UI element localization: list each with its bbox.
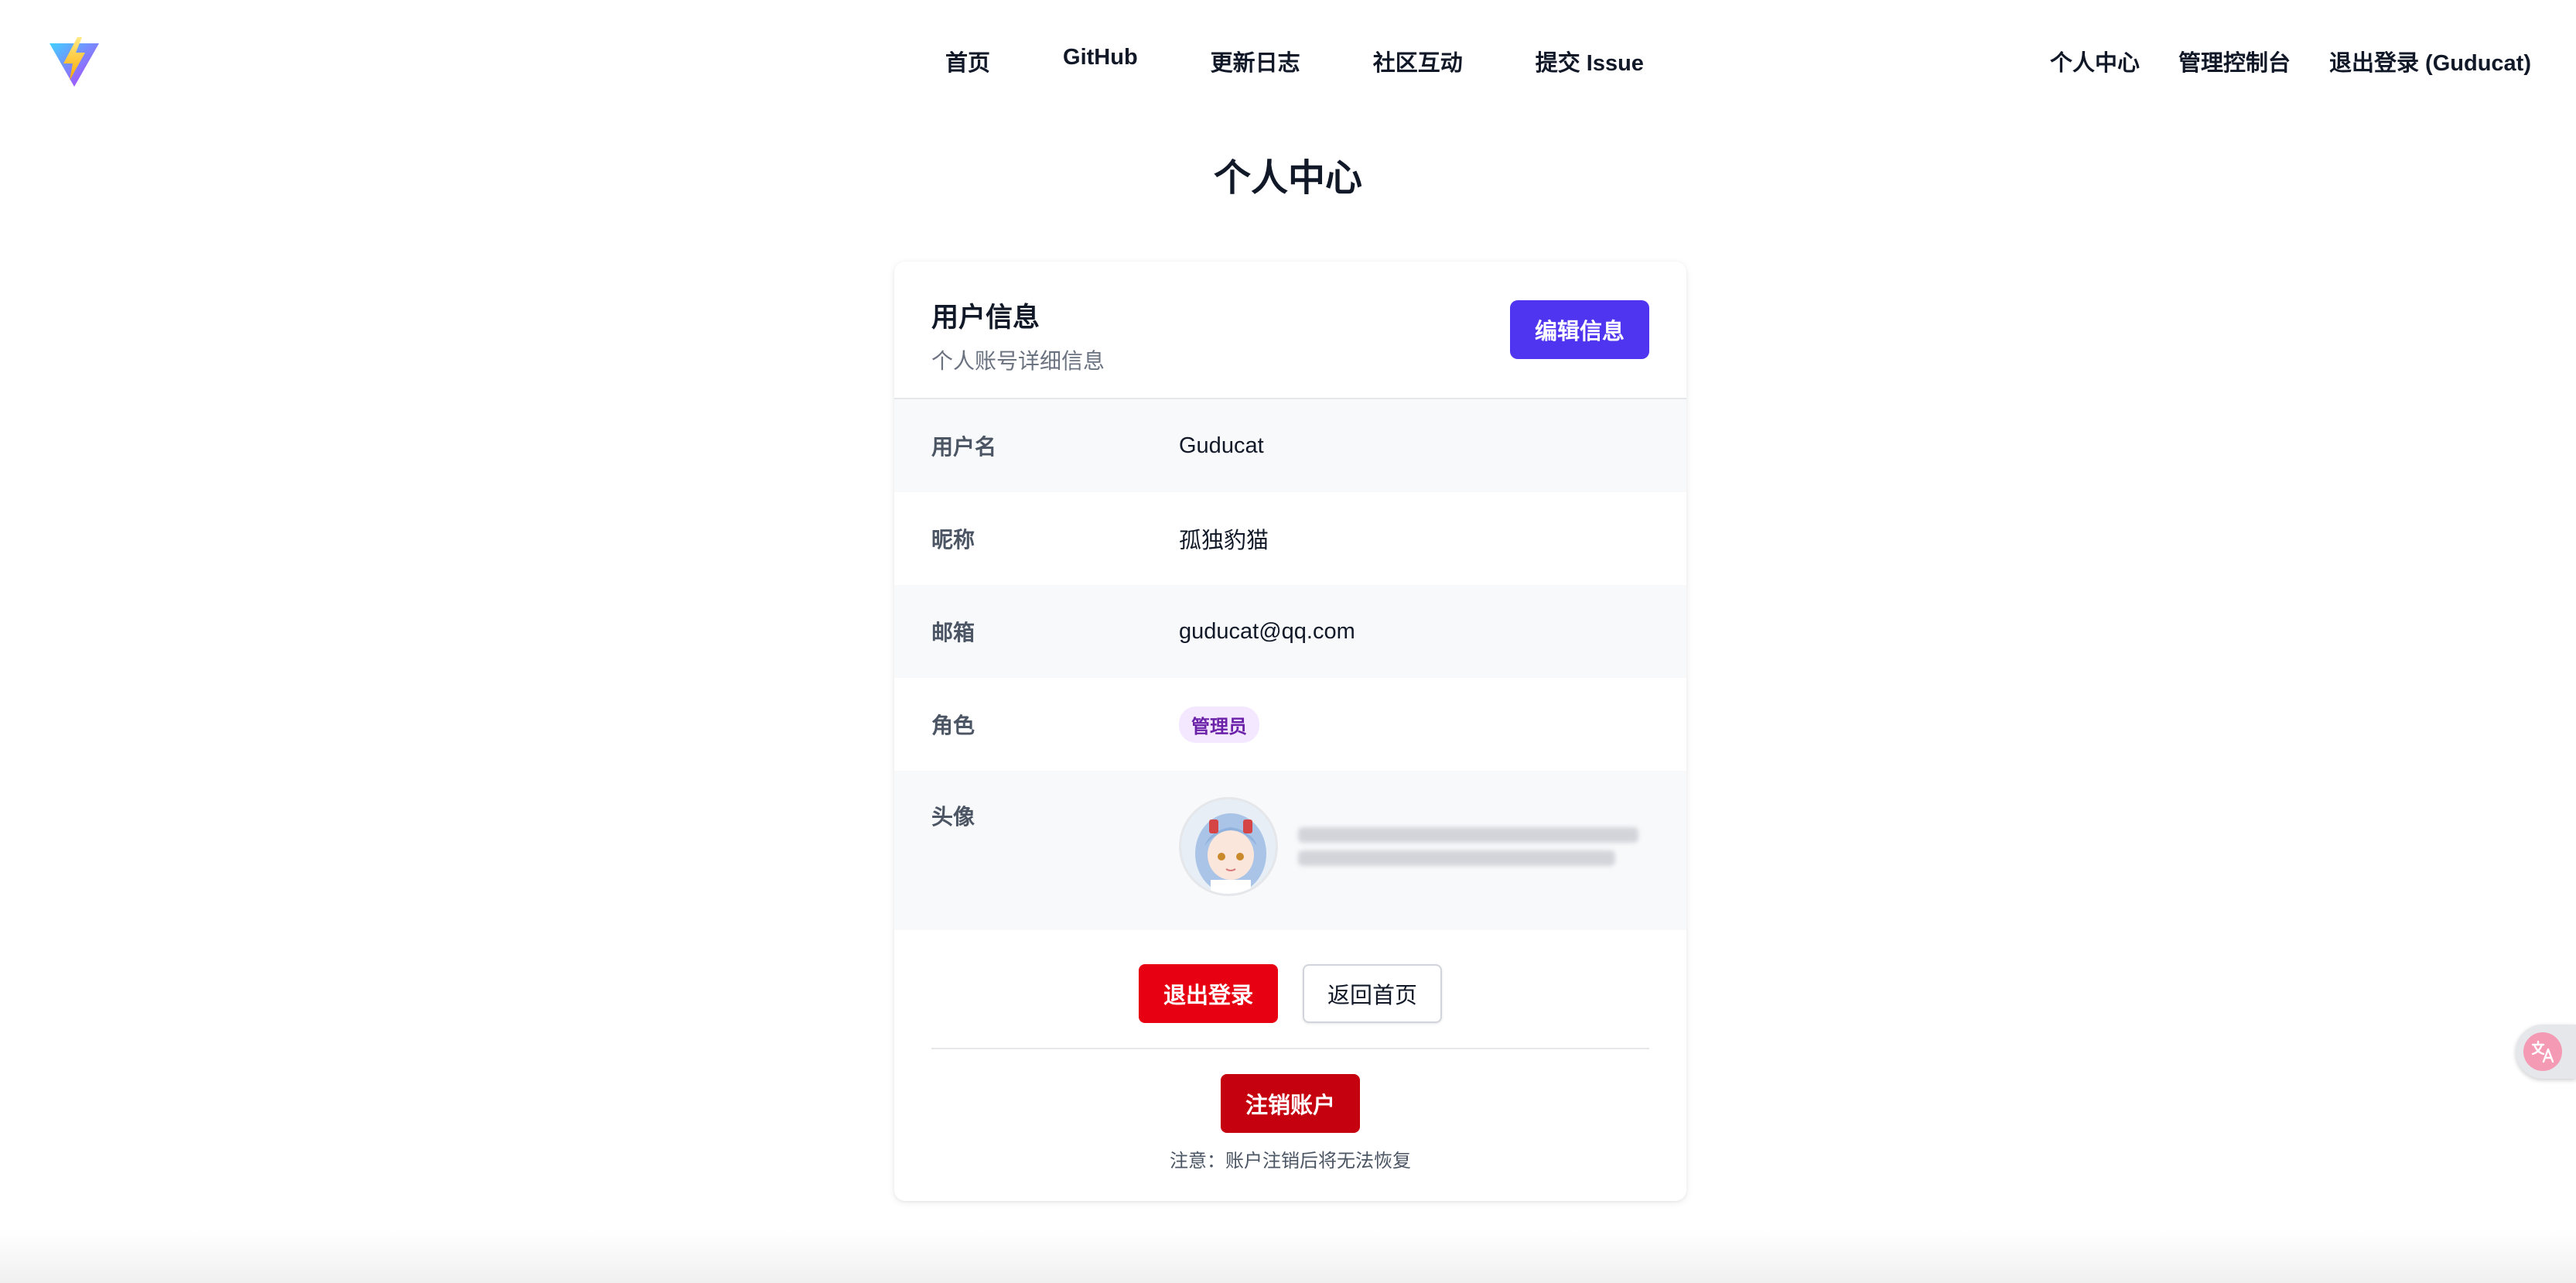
email-value: guducat@qq.com xyxy=(1179,618,1355,644)
email-label: 邮箱 xyxy=(931,621,975,645)
delete-warning-note: 注意：账户注销后将无法恢复 xyxy=(1170,1151,1411,1172)
page-title: 个人中心 xyxy=(1213,158,1362,199)
nickname-value: 孤独豹猫 xyxy=(1179,529,1269,553)
avatar-image xyxy=(1179,797,1278,896)
nav-community[interactable]: 社区互动 xyxy=(1373,45,1463,77)
avatar-label: 头像 xyxy=(931,805,975,829)
avatar-url-redacted xyxy=(1298,827,1638,866)
avatar-wrap xyxy=(1179,797,1638,896)
nav-submit-issue[interactable]: 提交 Issue xyxy=(1536,45,1644,77)
nav-right-links: 个人中心 管理控制台 退出登录 (Guducat) xyxy=(2050,45,2531,77)
logout-button[interactable]: 退出登录 xyxy=(1139,964,1278,1023)
vite-logo-icon[interactable] xyxy=(48,36,101,88)
nav-github[interactable]: GitHub xyxy=(1063,45,1138,77)
floating-translate-button[interactable] xyxy=(2516,1025,2576,1079)
top-navbar: 首页 GitHub 更新日志 社区互动 提交 Issue 个人中心 管理控制台 … xyxy=(0,0,2576,124)
row-username: 用户名 Guducat xyxy=(894,399,1686,492)
page: 首页 GitHub 更新日志 社区互动 提交 Issue 个人中心 管理控制台 … xyxy=(0,0,2576,1283)
nav-logout[interactable]: 退出登录 (Guducat) xyxy=(2329,45,2531,77)
bottom-shadow xyxy=(0,1229,2576,1283)
user-info-card: 用户信息 个人账号详细信息 编辑信息 用户名 Guducat 昵称 孤独豹猫 邮… xyxy=(894,262,1686,1201)
role-badge: 管理员 xyxy=(1179,706,1259,743)
delete-account-button[interactable]: 注销账户 xyxy=(1221,1074,1360,1133)
nickname-label: 昵称 xyxy=(931,528,975,552)
username-label: 用户名 xyxy=(931,435,997,459)
row-nickname: 昵称 孤独豹猫 xyxy=(894,492,1686,585)
username-value: Guducat xyxy=(1179,433,1264,458)
nav-admin-console[interactable]: 管理控制台 xyxy=(2178,45,2291,77)
card-header: 用户信息 个人账号详细信息 编辑信息 xyxy=(894,262,1686,399)
edit-info-button[interactable]: 编辑信息 xyxy=(1510,300,1649,359)
nav-changelog[interactable]: 更新日志 xyxy=(1211,45,1300,77)
row-avatar: 头像 xyxy=(894,771,1686,930)
back-home-button[interactable]: 返回首页 xyxy=(1303,964,1442,1023)
nav-center-links: 首页 GitHub 更新日志 社区互动 提交 Issue xyxy=(945,45,1644,77)
avatar-illustration-icon xyxy=(1181,799,1276,894)
nav-profile[interactable]: 个人中心 xyxy=(2050,45,2140,77)
translate-icon xyxy=(2523,1032,2562,1071)
account-actions: 退出登录 返回首页 xyxy=(894,964,1686,1023)
row-email: 邮箱 guducat@qq.com xyxy=(894,585,1686,678)
row-role: 角色 管理员 xyxy=(894,678,1686,771)
nav-home[interactable]: 首页 xyxy=(945,45,990,77)
role-value-wrap: 管理员 xyxy=(1179,706,1259,743)
role-label: 角色 xyxy=(931,713,975,737)
divider xyxy=(931,1048,1649,1049)
